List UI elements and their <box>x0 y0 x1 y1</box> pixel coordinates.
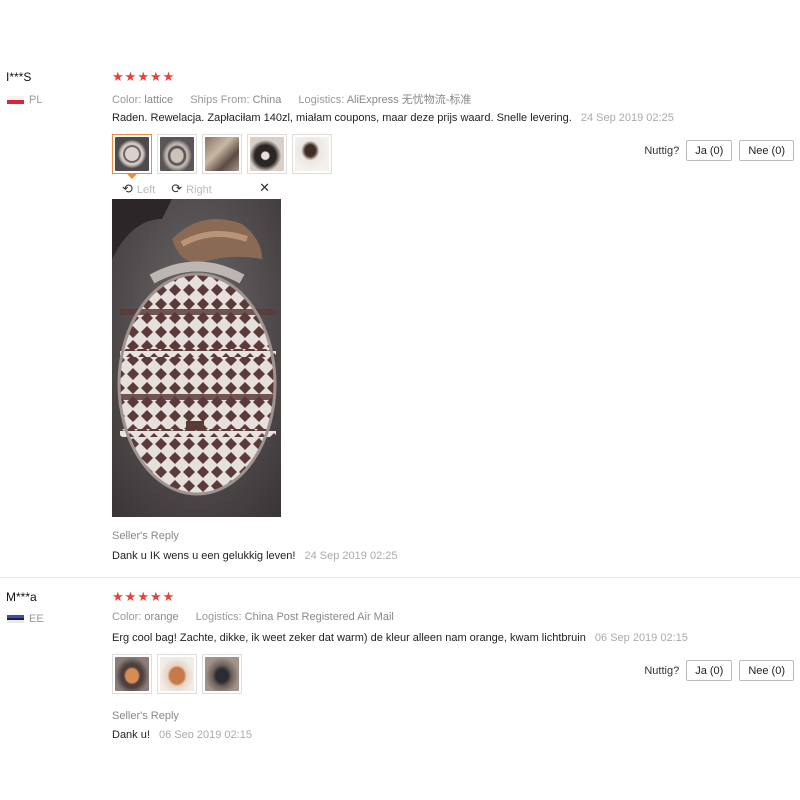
review-date: 24 Sep 2019 02:25 <box>580 112 674 124</box>
seller-reply: Dank u! 06 Sep 2019 02:15 <box>112 729 252 738</box>
flag-ee-icon <box>7 615 24 623</box>
star-icon: ★ <box>124 590 137 605</box>
color-label: Color: <box>112 611 142 623</box>
logistics-value: AliExpress 无忧物流-标准 <box>346 94 472 106</box>
photo-thumbnail-3[interactable] <box>202 654 242 694</box>
star-icon: ★ <box>162 590 175 605</box>
rotate-left-button[interactable]: ⟲ Left <box>122 182 155 197</box>
review-text: Raden. Rewelacja. Zapłaciłam 140zl, miał… <box>112 112 572 124</box>
ships-from-label: Ships From: <box>190 94 250 106</box>
star-icon: ★ <box>124 70 137 85</box>
rotate-left-label: Left <box>136 183 156 196</box>
star-icon: ★ <box>149 70 162 85</box>
photo-thumbnail-4[interactable] <box>247 134 287 174</box>
star-rating: ★ ★ ★ ★ ★ <box>112 591 174 604</box>
reviewer-name: I***S <box>6 70 32 84</box>
flag-pl-icon <box>7 96 24 104</box>
star-icon: ★ <box>112 590 124 605</box>
rotate-right-label: Right <box>186 183 212 196</box>
expanded-review-photo <box>112 199 281 517</box>
review-body: Raden. Rewelacja. Zapłaciłam 140zl, miał… <box>112 112 674 124</box>
review-date: 06 Sep 2019 02:15 <box>594 632 688 644</box>
seller-reply-date: 24 Sep 2019 02:25 <box>304 550 398 562</box>
photo-thumbnail-1[interactable] <box>112 134 152 179</box>
order-info: Color: lattice Ships From: China Logisti… <box>112 91 485 107</box>
rotate-right-button[interactable]: ⟳ Right <box>171 182 212 197</box>
rotate-right-icon: ⟳ <box>171 182 183 197</box>
star-icon: ★ <box>112 70 124 85</box>
seller-reply-date: 06 Sep 2019 02:15 <box>158 729 252 738</box>
star-rating: ★ ★ ★ ★ ★ <box>112 71 174 84</box>
color-value: lattice <box>144 94 174 106</box>
seller-reply: Dank u IK wens u een gelukkig leven! 24 … <box>112 550 398 562</box>
ships-from-value: China <box>252 94 282 106</box>
helpful-vote: Nuttig? Ja (0) Nee (0) <box>644 660 794 681</box>
logistics-value: China Post Registered Air Mail <box>244 611 394 623</box>
photo-thumbnails <box>112 654 242 694</box>
logistics-label: Logistics: <box>298 94 345 106</box>
review-divider <box>0 577 800 578</box>
photo-thumbnail-2[interactable] <box>157 654 197 694</box>
order-info: Color: orange Logistics: China Post Regi… <box>112 611 408 623</box>
country-code: PL <box>29 94 43 106</box>
reviewer-country: PL <box>7 94 42 106</box>
color-label: Color: <box>112 94 142 106</box>
logistics-label: Logistics: <box>195 611 242 623</box>
vote-no-button[interactable]: Nee (0) <box>739 140 794 161</box>
photo-thumbnail-3[interactable] <box>202 134 242 174</box>
star-icon: ★ <box>162 70 175 85</box>
photo-thumbnail-5[interactable] <box>292 134 332 174</box>
vote-yes-button[interactable]: Ja (0) <box>686 660 733 681</box>
reviewer-country: EE <box>7 613 44 625</box>
active-caret <box>127 174 137 179</box>
star-icon: ★ <box>137 70 149 85</box>
review-text: Erg cool bag! Zachte, dikke, ik weet zek… <box>112 632 586 644</box>
photo-thumbnail-1[interactable] <box>112 654 152 694</box>
rotate-left-icon: ⟲ <box>122 182 133 197</box>
country-code: EE <box>29 613 44 625</box>
sleeping-bag-photo <box>112 199 281 517</box>
vote-yes-button[interactable]: Ja (0) <box>686 140 733 161</box>
seller-reply-text: Dank u IK wens u een gelukkig leven! <box>112 550 296 562</box>
star-icon: ★ <box>149 590 162 605</box>
helpful-label: Nuttig? <box>644 664 680 677</box>
photo-viewer-toolbar: ⟲ Left ⟳ Right ✕ <box>112 180 280 199</box>
seller-reply-label: Seller's Reply <box>112 710 179 722</box>
color-value: orange <box>144 611 179 623</box>
helpful-label: Nuttig? <box>644 144 680 157</box>
reviewer-name: M***a <box>6 590 37 604</box>
seller-reply-text: Dank u! <box>112 729 150 738</box>
close-icon[interactable]: ✕ <box>259 181 270 196</box>
photo-thumbnails <box>112 134 332 179</box>
photo-thumbnail-2[interactable] <box>157 134 197 174</box>
vote-no-button[interactable]: Nee (0) <box>739 660 794 681</box>
helpful-vote: Nuttig? Ja (0) Nee (0) <box>644 140 794 161</box>
seller-reply-label: Seller's Reply <box>112 530 179 542</box>
review-body: Erg cool bag! Zachte, dikke, ik weet zek… <box>112 632 688 644</box>
star-icon: ★ <box>137 590 149 605</box>
